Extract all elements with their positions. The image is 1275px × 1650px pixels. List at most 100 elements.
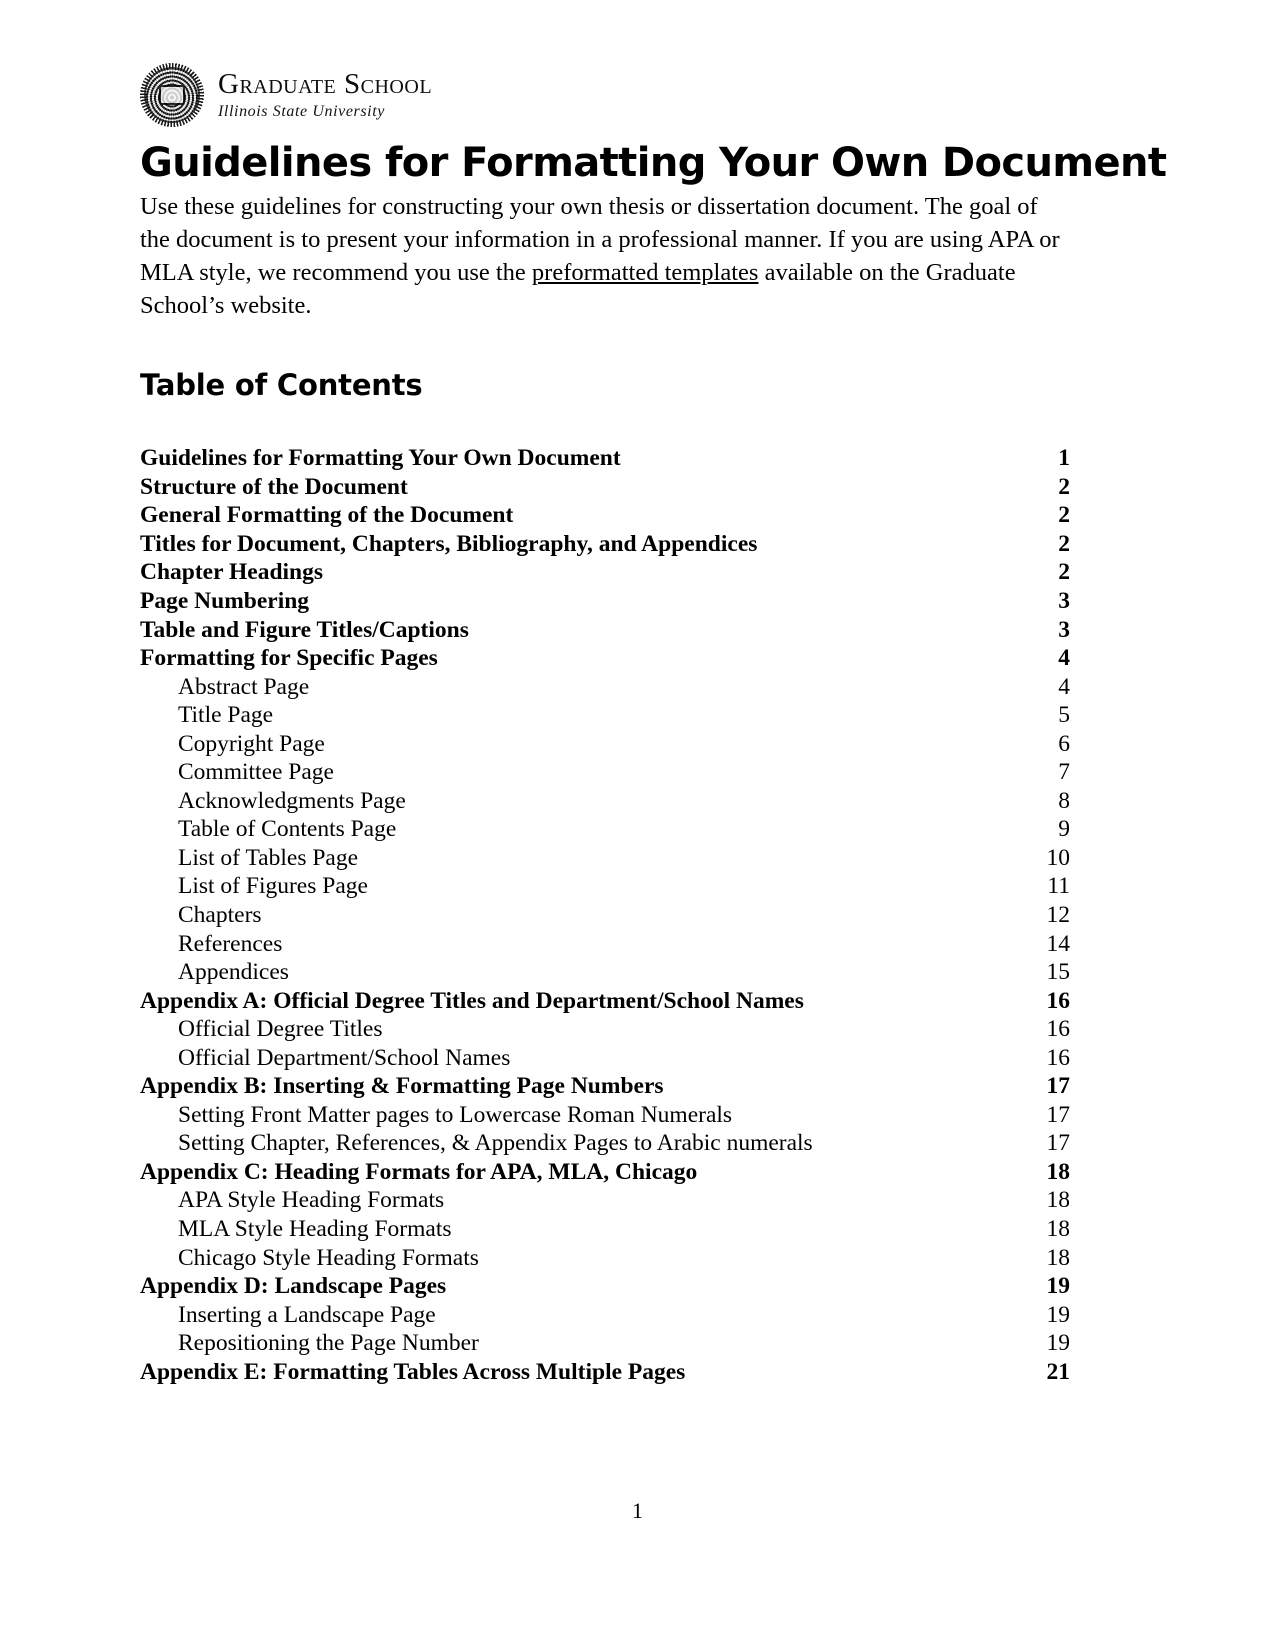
toc-heading: Table of Contents: [140, 368, 423, 403]
toc-entry[interactable]: Title Page 5: [140, 701, 1070, 730]
toc-entry-page-number: 7: [1058, 759, 1070, 786]
toc-entry[interactable]: Committee Page 7: [140, 758, 1070, 787]
toc-entry[interactable]: Guidelines for Formatting Your Own Docum…: [140, 444, 1070, 473]
toc-entry[interactable]: Appendix C: Heading Formats for APA, MLA…: [140, 1158, 1070, 1187]
toc-entry-label: Titles for Document, Chapters, Bibliogra…: [140, 530, 758, 557]
toc-entry[interactable]: Abstract Page 4: [140, 673, 1070, 702]
toc-entry-page-number: 2: [1058, 559, 1070, 586]
toc-entry-page-number: 17: [1046, 1130, 1071, 1157]
toc-entry[interactable]: Official Department/School Names 16: [140, 1044, 1070, 1073]
toc-entry-label: Repositioning the Page Number: [178, 1330, 479, 1357]
toc-entry-page-number: 12: [1046, 902, 1071, 928]
toc-entry[interactable]: Setting Front Matter pages to Lowercase …: [140, 1101, 1070, 1130]
wordmark: Graduate School Illinois State Universit…: [218, 70, 432, 120]
toc-entry-page-number: 1: [1058, 445, 1070, 472]
toc-entry[interactable]: Chapter Headings 2: [140, 558, 1070, 587]
toc-entry[interactable]: Appendix D: Landscape Pages 19: [140, 1272, 1070, 1301]
page-content: Graduate School Illinois State Universit…: [140, 60, 1167, 1386]
toc-entry-page-number: 18: [1046, 1244, 1071, 1271]
toc-entry-page-number: 17: [1046, 1073, 1071, 1100]
toc-entry-label: List of Tables Page: [178, 844, 359, 871]
toc-entry[interactable]: MLA Style Heading Formats 18: [140, 1215, 1070, 1244]
toc-entry[interactable]: Table of Contents Page 9: [140, 815, 1070, 844]
toc-entry-page-number: 18: [1046, 1216, 1071, 1243]
toc-entry[interactable]: Structure of the Document 2: [140, 473, 1070, 502]
toc-entry-label: List of Figures Page: [178, 873, 368, 900]
toc-entry[interactable]: Inserting a Landscape Page 19: [140, 1301, 1070, 1330]
toc-entry-page-number: 15: [1046, 959, 1071, 986]
toc-entry-label: Appendix E: Formatting Tables Across Mul…: [140, 1358, 686, 1385]
toc-entry[interactable]: Appendix E: Formatting Tables Across Mul…: [140, 1358, 1070, 1387]
toc-entry-page-number: 2: [1058, 530, 1070, 557]
page-title: Guidelines for Formatting Your Own Docum…: [140, 140, 1167, 186]
toc-entry[interactable]: List of Figures Page 11: [140, 872, 1070, 901]
toc-entry-label: Official Degree Titles: [178, 1016, 383, 1043]
toc-entry[interactable]: Setting Chapter, References, & Appendix …: [140, 1129, 1070, 1158]
toc-entry-label: Title Page: [178, 702, 274, 729]
toc-entry-page-number: 19: [1046, 1330, 1071, 1357]
toc-entry-label: Chicago Style Heading Formats: [178, 1244, 479, 1271]
toc-entry-page-number: 9: [1058, 816, 1070, 843]
toc-entry-label: Committee Page: [178, 759, 334, 786]
preformatted-templates-link[interactable]: preformatted templates: [532, 259, 759, 286]
toc-entry[interactable]: List of Tables Page 10: [140, 844, 1070, 873]
toc-entry[interactable]: Appendix A: Official Degree Titles and D…: [140, 987, 1070, 1016]
toc-entry-label: Acknowledgments Page: [178, 787, 406, 814]
toc-entry-label: Table and Figure Titles/Captions: [140, 616, 469, 643]
table-of-contents: Guidelines for Formatting Your Own Docum…: [140, 444, 1070, 1386]
toc-entry-page-number: 18: [1046, 1187, 1071, 1214]
toc-entry-label: Structure of the Document: [140, 473, 408, 500]
toc-entry-label: Chapters: [178, 902, 262, 928]
toc-entry[interactable]: Appendices 15: [140, 958, 1070, 987]
toc-entry[interactable]: Acknowledgments Page 8: [140, 787, 1070, 816]
toc-entry-label: Appendix C: Heading Formats for APA, MLA…: [140, 1158, 698, 1185]
toc-entry-page-number: 2: [1058, 473, 1070, 500]
toc-entry-page-number: 10: [1046, 844, 1071, 871]
toc-entry[interactable]: References 14: [140, 930, 1070, 959]
toc-entry-label: APA Style Heading Formats: [178, 1187, 445, 1214]
toc-entry-label: Abstract Page: [178, 673, 310, 700]
toc-entry-label: Inserting a Landscape Page: [178, 1301, 436, 1328]
toc-entry-page-number: 2: [1058, 502, 1070, 529]
toc-entry-page-number: 3: [1058, 587, 1070, 614]
toc-entry-page-number: 3: [1058, 616, 1070, 643]
toc-entry-page-number: 5: [1058, 702, 1070, 729]
toc-entry[interactable]: Formatting for Specific Pages 4: [140, 644, 1070, 673]
toc-entry[interactable]: Chicago Style Heading Formats 18: [140, 1244, 1070, 1273]
toc-entry[interactable]: Chapters 12: [140, 901, 1070, 930]
toc-entry-label: Setting Chapter, References, & Appendix …: [178, 1130, 813, 1157]
toc-entry[interactable]: APA Style Heading Formats 18: [140, 1186, 1070, 1215]
toc-entry-page-number: 14: [1046, 930, 1071, 957]
intro-paragraph: Use these guidelines for constructing yo…: [140, 190, 1070, 322]
masthead: Graduate School Illinois State Universit…: [140, 60, 1070, 130]
toc-entry-label: Appendices: [178, 959, 289, 986]
toc-entry-page-number: 8: [1058, 787, 1070, 814]
toc-entry[interactable]: Page Numbering 3: [140, 587, 1070, 616]
toc-entry-label: Appendix B: Inserting & Formatting Page …: [140, 1073, 664, 1100]
toc-entry-page-number: 18: [1046, 1158, 1071, 1185]
toc-entry[interactable]: Copyright Page 6: [140, 730, 1070, 759]
toc-entry-label: Copyright Page: [178, 730, 325, 757]
toc-entry-label: Page Numbering: [140, 587, 310, 614]
footer-page-number: 1: [632, 1498, 643, 1523]
toc-entry-label: Official Department/School Names: [178, 1044, 511, 1071]
toc-entry-label: General Formatting of the Document: [140, 502, 514, 529]
toc-entry-page-number: 21: [1046, 1358, 1071, 1385]
toc-entry[interactable]: General Formatting of the Document 2: [140, 501, 1070, 530]
toc-entry-page-number: 19: [1046, 1301, 1071, 1328]
toc-entry-label: Formatting for Specific Pages: [140, 645, 438, 672]
toc-entry-label: Table of Contents Page: [178, 816, 397, 843]
toc-entry[interactable]: Appendix B: Inserting & Formatting Page …: [140, 1072, 1070, 1101]
toc-entry[interactable]: Table and Figure Titles/Captions 3: [140, 616, 1070, 645]
toc-entry-label: Appendix D: Landscape Pages: [140, 1273, 447, 1300]
toc-entry[interactable]: Repositioning the Page Number 19: [140, 1329, 1070, 1358]
toc-entry-page-number: 6: [1058, 730, 1070, 757]
toc-entry-label: Guidelines for Formatting Your Own Docum…: [140, 445, 621, 472]
toc-entry[interactable]: Official Degree Titles 16: [140, 1015, 1070, 1044]
toc-entry-page-number: 16: [1046, 1044, 1071, 1071]
isu-seal-icon: [140, 63, 204, 127]
toc-entry-label: Appendix A: Official Degree Titles and D…: [140, 987, 804, 1014]
toc-entry[interactable]: Titles for Document, Chapters, Bibliogra…: [140, 530, 1070, 559]
toc-entry-page-number: 16: [1046, 1016, 1071, 1043]
document-page: Graduate School Illinois State Universit…: [0, 0, 1275, 1650]
